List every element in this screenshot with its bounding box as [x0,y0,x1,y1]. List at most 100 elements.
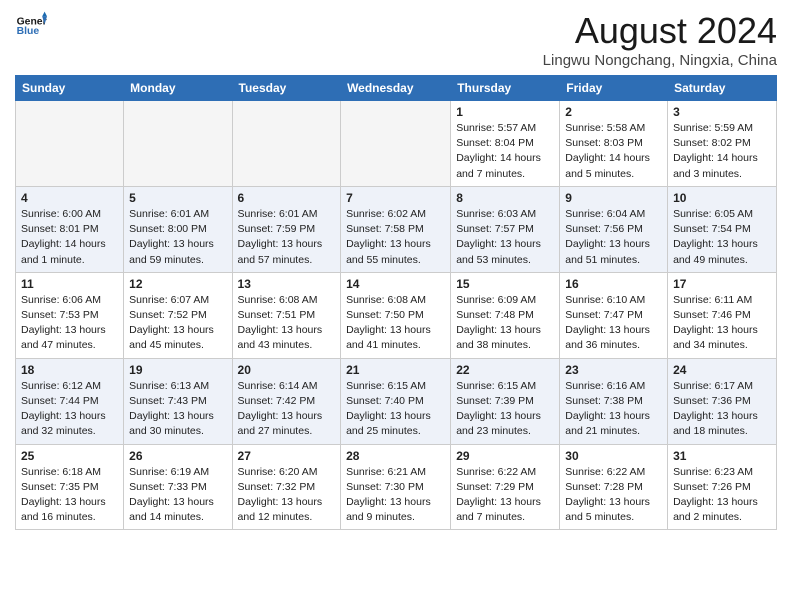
day-number: 16 [565,277,662,291]
calendar-cell: 9 Sunrise: 6:04 AMSunset: 7:56 PMDaylight… [560,186,668,272]
calendar-cell: 21Sunrise: 6:15 AMSunset: 7:40 PMDayligh… [341,358,451,444]
day-number: 30 [565,449,662,463]
day-info: Sunrise: 6:00 AMSunset: 8:01 PMDaylight:… [21,207,118,268]
day-info: Sunrise: 6:17 AMSunset: 7:36 PMDaylight:… [673,379,771,440]
day-info: Sunrise: 6:18 AMSunset: 7:35 PMDaylight:… [21,465,118,526]
day-number: 24 [673,363,771,377]
day-number: 25 [21,449,118,463]
logo: General Blue [15,10,47,42]
weekday-header-friday: Friday [560,76,668,101]
calendar-week-row: 1 Sunrise: 5:57 AMSunset: 8:04 PMDaylight… [16,101,777,187]
calendar-cell [124,101,232,187]
day-info: Sunrise: 6:19 AMSunset: 7:33 PMDaylight:… [129,465,226,526]
day-number: 19 [129,363,226,377]
day-number: 21 [346,363,445,377]
calendar-cell: 8 Sunrise: 6:03 AMSunset: 7:57 PMDaylight… [451,186,560,272]
calendar-cell: 6Sunrise: 6:01 AMSunset: 7:59 PMDaylight… [232,186,341,272]
day-number: 6 [238,191,336,205]
day-info: Sunrise: 6:14 AMSunset: 7:42 PMDaylight:… [238,379,336,440]
calendar-cell: 2 Sunrise: 5:58 AMSunset: 8:03 PMDaylight… [560,101,668,187]
header: General Blue August 2024 Lingwu Nongchan… [15,10,777,69]
day-info: Sunrise: 6:23 AMSunset: 7:26 PMDaylight:… [673,465,771,526]
calendar-week-row: 25 Sunrise: 6:18 AMSunset: 7:35 PMDayligh… [16,444,777,530]
calendar-cell: 23Sunrise: 6:16 AMSunset: 7:38 PMDayligh… [560,358,668,444]
weekday-header-monday: Monday [124,76,232,101]
weekday-header-wednesday: Wednesday [341,76,451,101]
calendar-cell: 22 Sunrise: 6:15 AMSunset: 7:39 PMDayligh… [451,358,560,444]
calendar-cell: 24 Sunrise: 6:17 AMSunset: 7:36 PMDayligh… [668,358,777,444]
day-number: 22 [456,363,554,377]
calendar-cell: 5 Sunrise: 6:01 AMSunset: 8:00 PMDaylight… [124,186,232,272]
weekday-header-row: SundayMondayTuesdayWednesdayThursdayFrid… [16,76,777,101]
calendar-cell: 12Sunrise: 6:07 AMSunset: 7:52 PMDayligh… [124,272,232,358]
calendar-cell: 29Sunrise: 6:22 AMSunset: 7:29 PMDayligh… [451,444,560,530]
calendar-cell [341,101,451,187]
calendar-week-row: 4 Sunrise: 6:00 AMSunset: 8:01 PMDaylight… [16,186,777,272]
weekday-header-sunday: Sunday [16,76,124,101]
day-number: 23 [565,363,662,377]
calendar-week-row: 11 Sunrise: 6:06 AMSunset: 7:53 PMDayligh… [16,272,777,358]
calendar-cell: 30 Sunrise: 6:22 AMSunset: 7:28 PMDayligh… [560,444,668,530]
day-number: 5 [129,191,226,205]
day-info: Sunrise: 5:59 AMSunset: 8:02 PMDaylight:… [673,121,771,182]
calendar-cell: 28Sunrise: 6:21 AMSunset: 7:30 PMDayligh… [341,444,451,530]
title-area: August 2024 Lingwu Nongchang, Ningxia, C… [543,10,777,69]
calendar-cell: 3 Sunrise: 5:59 AMSunset: 8:02 PMDaylight… [668,101,777,187]
calendar-cell [16,101,124,187]
day-number: 9 [565,191,662,205]
svg-text:Blue: Blue [17,26,40,37]
day-info: Sunrise: 6:21 AMSunset: 7:30 PMDaylight:… [346,465,445,526]
day-info: Sunrise: 6:07 AMSunset: 7:52 PMDaylight:… [129,293,226,354]
day-number: 17 [673,277,771,291]
day-info: Sunrise: 6:22 AMSunset: 7:28 PMDaylight:… [565,465,662,526]
day-number: 18 [21,363,118,377]
month-title: August 2024 [543,10,777,52]
calendar-cell: 19 Sunrise: 6:13 AMSunset: 7:43 PMDayligh… [124,358,232,444]
day-number: 1 [456,105,554,119]
calendar-cell: 17 Sunrise: 6:11 AMSunset: 7:46 PMDayligh… [668,272,777,358]
calendar-cell: 20 Sunrise: 6:14 AMSunset: 7:42 PMDayligh… [232,358,341,444]
calendar-cell: 13Sunrise: 6:08 AMSunset: 7:51 PMDayligh… [232,272,341,358]
day-info: Sunrise: 6:15 AMSunset: 7:39 PMDaylight:… [456,379,554,440]
calendar-week-row: 18Sunrise: 6:12 AMSunset: 7:44 PMDayligh… [16,358,777,444]
day-info: Sunrise: 6:02 AMSunset: 7:58 PMDaylight:… [346,207,445,268]
day-number: 2 [565,105,662,119]
day-info: Sunrise: 6:11 AMSunset: 7:46 PMDaylight:… [673,293,771,354]
day-info: Sunrise: 6:20 AMSunset: 7:32 PMDaylight:… [238,465,336,526]
location-title: Lingwu Nongchang, Ningxia, China [543,52,777,69]
day-info: Sunrise: 5:57 AMSunset: 8:04 PMDaylight:… [456,121,554,182]
day-info: Sunrise: 6:01 AMSunset: 8:00 PMDaylight:… [129,207,226,268]
day-number: 15 [456,277,554,291]
day-number: 4 [21,191,118,205]
day-number: 10 [673,191,771,205]
day-number: 3 [673,105,771,119]
weekday-header-thursday: Thursday [451,76,560,101]
calendar-cell: 14Sunrise: 6:08 AMSunset: 7:50 PMDayligh… [341,272,451,358]
day-number: 11 [21,277,118,291]
calendar-cell: 27 Sunrise: 6:20 AMSunset: 7:32 PMDayligh… [232,444,341,530]
day-info: Sunrise: 6:03 AMSunset: 7:57 PMDaylight:… [456,207,554,268]
day-number: 14 [346,277,445,291]
calendar-cell: 18Sunrise: 6:12 AMSunset: 7:44 PMDayligh… [16,358,124,444]
logo-icon: General Blue [15,10,47,42]
calendar-cell [232,101,341,187]
day-info: Sunrise: 5:58 AMSunset: 8:03 PMDaylight:… [565,121,662,182]
calendar-cell: 25 Sunrise: 6:18 AMSunset: 7:35 PMDayligh… [16,444,124,530]
weekday-header-tuesday: Tuesday [232,76,341,101]
day-number: 13 [238,277,336,291]
day-info: Sunrise: 6:09 AMSunset: 7:48 PMDaylight:… [456,293,554,354]
day-info: Sunrise: 6:22 AMSunset: 7:29 PMDaylight:… [456,465,554,526]
day-number: 7 [346,191,445,205]
day-info: Sunrise: 6:04 AMSunset: 7:56 PMDaylight:… [565,207,662,268]
day-number: 20 [238,363,336,377]
day-info: Sunrise: 6:06 AMSunset: 7:53 PMDaylight:… [21,293,118,354]
calendar-cell: 7 Sunrise: 6:02 AMSunset: 7:58 PMDaylight… [341,186,451,272]
day-number: 27 [238,449,336,463]
day-number: 8 [456,191,554,205]
calendar-cell: 1 Sunrise: 5:57 AMSunset: 8:04 PMDaylight… [451,101,560,187]
calendar-cell: 11 Sunrise: 6:06 AMSunset: 7:53 PMDayligh… [16,272,124,358]
day-info: Sunrise: 6:05 AMSunset: 7:54 PMDaylight:… [673,207,771,268]
weekday-header-saturday: Saturday [668,76,777,101]
day-info: Sunrise: 6:10 AMSunset: 7:47 PMDaylight:… [565,293,662,354]
day-info: Sunrise: 6:13 AMSunset: 7:43 PMDaylight:… [129,379,226,440]
